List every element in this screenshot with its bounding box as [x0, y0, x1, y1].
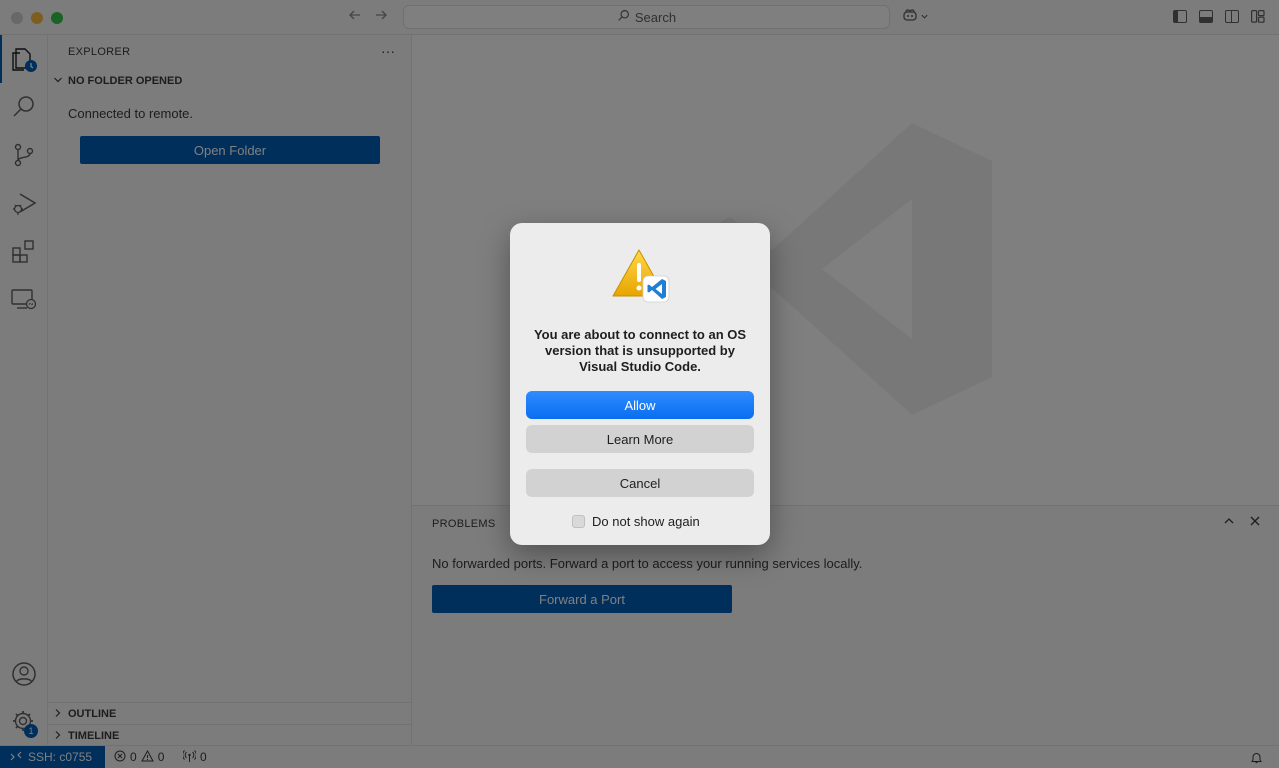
allow-button[interactable]: Allow: [526, 391, 754, 419]
dialog-message: You are about to connect to an OS versio…: [533, 327, 747, 374]
unsupported-os-dialog: You are about to connect to an OS versio…: [510, 223, 770, 545]
do-not-show-again-option[interactable]: Do not show again: [572, 514, 700, 529]
warning-icon: [610, 248, 670, 304]
vscode-window: Search: [0, 0, 1279, 768]
learn-more-button[interactable]: Learn More: [526, 425, 754, 453]
do-not-show-again-checkbox[interactable]: [572, 515, 585, 528]
checkbox-label: Do not show again: [592, 514, 700, 529]
cancel-button[interactable]: Cancel: [526, 469, 754, 497]
